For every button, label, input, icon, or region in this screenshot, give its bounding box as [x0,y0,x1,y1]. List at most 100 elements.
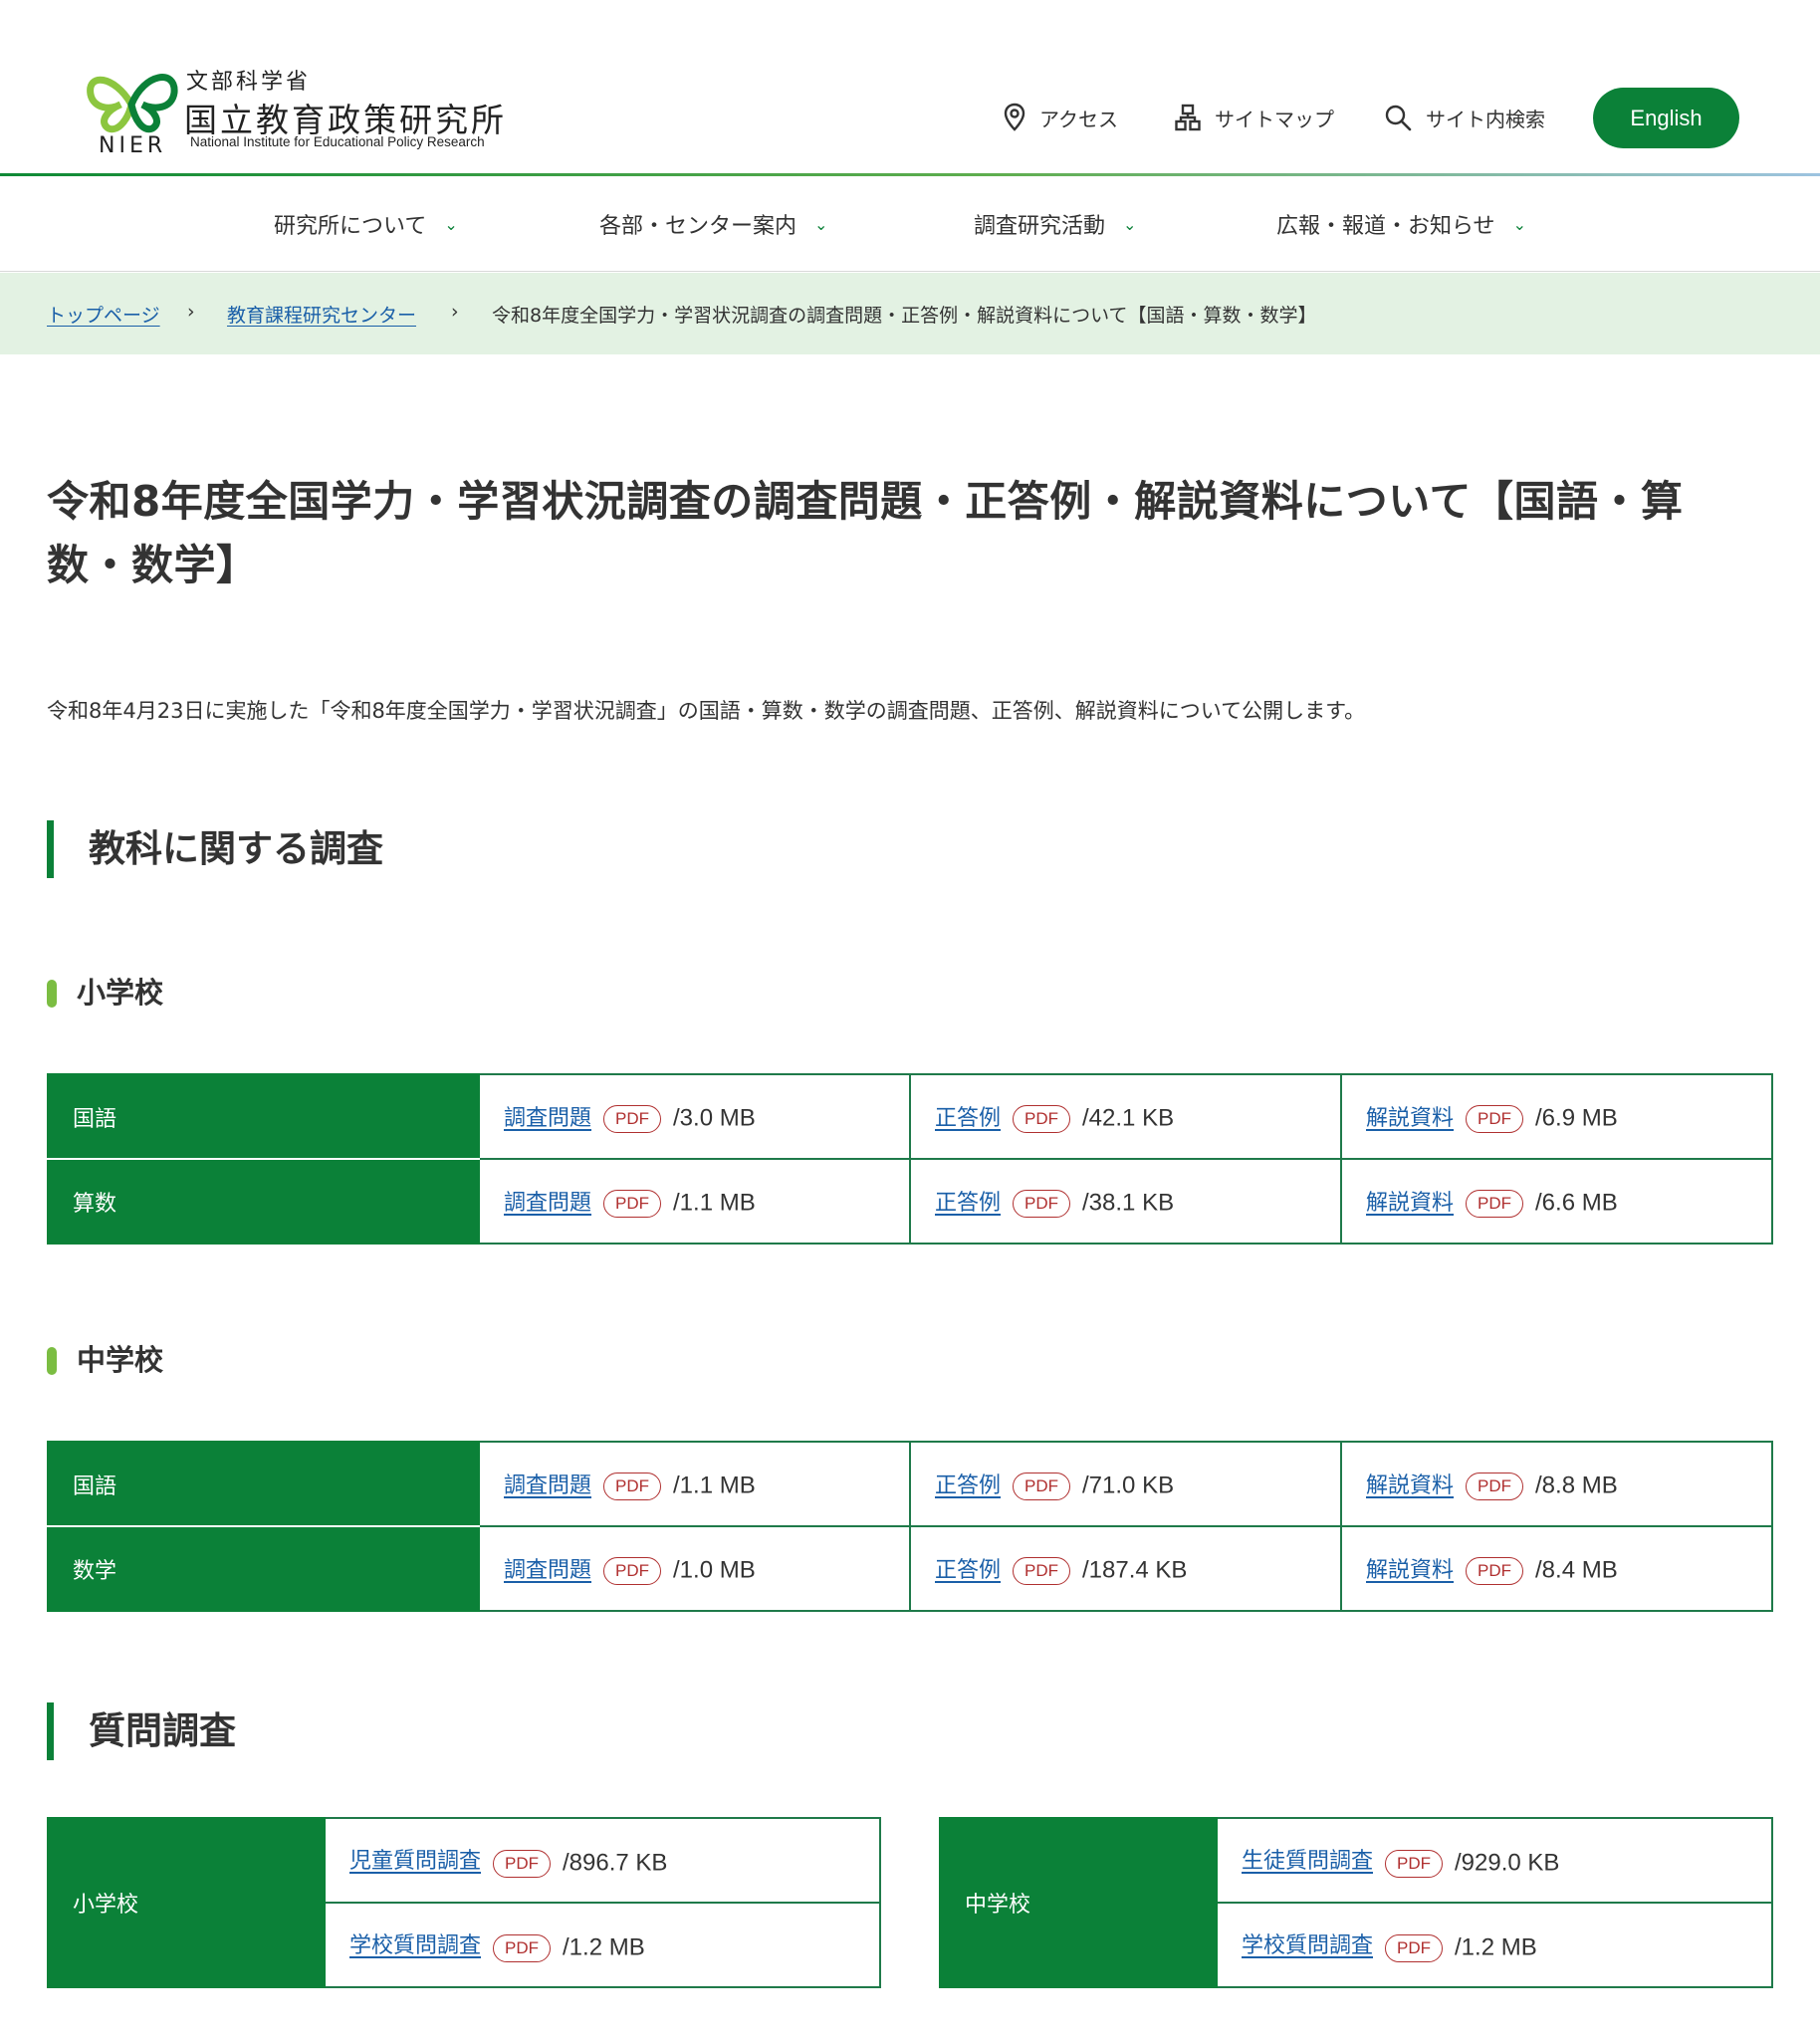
pdf-badge: PDF [603,1472,662,1500]
doc-cell: 調査問題 PDF/1.1 MB [478,1441,911,1527]
nav-item-label: 研究所について [274,214,427,239]
table-row: 国語 調査問題 PDF/3.0 MB 正答例 PDF/42.1 KB 解説資料 PDF… [47,1073,1773,1160]
doc-link[interactable]: 調査問題 [504,1558,591,1583]
file-size: /929.0 KB [1455,1849,1560,1877]
chevron-down-icon: ⌄ [1512,214,1526,234]
pdf-badge: PDF [1466,1556,1524,1585]
subject-label: 国語 [47,1073,480,1160]
doc-link[interactable]: 調査問題 [504,1106,591,1131]
file-size: /187.4 KB [1082,1556,1188,1584]
table-row: 国語 調査問題 PDF/1.1 MB 正答例 PDF/71.0 KB 解説資料 PDF… [47,1441,1773,1527]
pdf-badge: PDF [493,1849,552,1878]
doc-link[interactable]: 解説資料 [1366,1473,1454,1498]
section-heading-subject: 教科に関する調査 [47,820,383,878]
breadcrumb-separator: › [187,301,195,323]
global-nav: 研究所について ⌄ 各部・センター案内 ⌄ 調査研究活動 ⌄ 広報・報道・お知ら… [0,176,1820,272]
doc-cell: 児童質問調査 PDF/896.7 KB [324,1817,881,1904]
file-size: /6.6 MB [1535,1189,1618,1217]
breadcrumb-center-link[interactable]: 教育課程研究センター [227,301,416,328]
pdf-badge: PDF [603,1189,662,1218]
pdf-badge: PDF [1013,1104,1071,1133]
table-row: 小学校 児童質問調査 PDF/896.7 KB [47,1817,881,1988]
chevron-down-icon: ⌄ [814,214,828,234]
file-size: /896.7 KB [563,1849,668,1877]
search-label: サイト内検索 [1426,107,1545,131]
doc-link[interactable]: 正答例 [935,1191,1001,1216]
doc-cell: 正答例 PDF/187.4 KB [909,1525,1342,1612]
doc-cell: 解説資料 PDF/6.6 MB [1340,1158,1773,1245]
doc-link[interactable]: 正答例 [935,1558,1001,1583]
pdf-badge: PDF [603,1556,662,1585]
sitemap-icon [1175,104,1201,131]
doc-link[interactable]: 学校質問調査 [1242,1933,1373,1958]
file-size: /8.4 MB [1535,1556,1618,1584]
pdf-badge: PDF [1385,1933,1444,1962]
butterfly-logo-icon [87,74,178,133]
file-size: /3.0 MB [673,1104,756,1132]
nav-item-departments[interactable]: 各部・センター案内 ⌄ [599,206,827,242]
logo-ministry: 文部科学省 [186,70,312,95]
nav-item-label: 広報・報道・お知らせ [1276,214,1495,239]
doc-link[interactable]: 生徒質問調査 [1242,1849,1373,1874]
doc-cell: 解説資料 PDF/8.8 MB [1340,1441,1773,1527]
nav-item-research[interactable]: 調査研究活動 ⌄ [974,206,1136,242]
pdf-badge: PDF [1013,1189,1071,1218]
doc-cell: 正答例 PDF/38.1 KB [909,1158,1342,1245]
file-size: /8.8 MB [1535,1472,1618,1499]
pdf-badge: PDF [1013,1472,1071,1500]
breadcrumb-separator: › [451,301,459,323]
doc-cell: 学校質問調査 PDF/1.2 MB [1216,1902,1773,1988]
nav-item-news[interactable]: 広報・報道・お知らせ ⌄ [1276,206,1526,242]
file-size: /1.2 MB [1455,1933,1537,1961]
breadcrumb-top-link[interactable]: トップページ [47,301,160,328]
doc-link[interactable]: 正答例 [935,1106,1001,1131]
doc-link[interactable]: 解説資料 [1366,1558,1454,1583]
doc-link[interactable]: 解説資料 [1366,1191,1454,1216]
site-logo[interactable]: NIER 文部科学省 国立教育政策研究所 National Institute … [85,60,523,159]
junior-high-subject-table: 国語 調査問題 PDF/1.1 MB 正答例 PDF/71.0 KB 解説資料 PDF… [47,1441,1773,1612]
page-title-line2: 数・数学】 [47,541,259,589]
file-size: /42.1 KB [1082,1104,1175,1132]
elementary-subject-table: 国語 調査問題 PDF/3.0 MB 正答例 PDF/42.1 KB 解説資料 PDF… [47,1073,1773,1245]
chevron-down-icon: ⌄ [1123,214,1137,234]
table-row: 中学校 生徒質問調査 PDF/929.0 KB [939,1817,1773,1988]
doc-cell: 調査問題 PDF/3.0 MB [478,1073,911,1160]
pdf-badge: PDF [1385,1849,1444,1878]
breadcrumb: トップページ › 教育課程研究センター › 令和8年度全国学力・学習状況調査の調… [0,273,1820,354]
doc-link[interactable]: 調査問題 [504,1473,591,1498]
access-link[interactable]: アクセス [1004,100,1118,135]
file-size: /6.9 MB [1535,1104,1618,1132]
subject-label: 国語 [47,1441,480,1527]
nav-item-about[interactable]: 研究所について ⌄ [274,206,458,242]
english-button[interactable]: English [1593,88,1739,148]
subject-label: 数学 [47,1525,480,1612]
pdf-badge: PDF [1466,1472,1524,1500]
sitemap-link[interactable]: サイトマップ [1175,100,1334,135]
nav-item-label: 調査研究活動 [974,214,1106,239]
doc-link[interactable]: 調査問題 [504,1191,591,1216]
section-heading-questionnaire: 質問調査 [47,1702,236,1760]
table-row: 算数 調査問題 PDF/1.1 MB 正答例 PDF/38.1 KB 解説資料 PDF… [47,1158,1773,1245]
file-size: /1.2 MB [563,1933,645,1961]
pdf-badge: PDF [1466,1189,1524,1218]
subheading-elementary: 小学校 [47,976,163,1010]
page-title-line1: 令和8年度全国学力・学習状況調査の調査問題・正答例・解説資料について【国語・算 [47,477,1684,526]
file-size: /38.1 KB [1082,1189,1175,1217]
doc-link[interactable]: 解説資料 [1366,1106,1454,1131]
file-size: /1.0 MB [673,1556,756,1584]
doc-cell: 解説資料 PDF/6.9 MB [1340,1073,1773,1160]
subheading-junior-high: 中学校 [47,1343,163,1377]
doc-cell: 解説資料 PDF/8.4 MB [1340,1525,1773,1612]
subject-label: 算数 [47,1158,480,1245]
doc-link[interactable]: 児童質問調査 [349,1849,481,1874]
lead-text: 令和8年4月23日に実施した「令和8年度全国学力・学習状況調査」の国語・算数・数… [47,699,1366,723]
breadcrumb-current: 令和8年度全国学力・学習状況調査の調査問題・正答例・解説資料について【国語・算数… [492,305,1317,327]
access-label: アクセス [1039,107,1118,131]
school-level-label: 小学校 [47,1817,326,1988]
doc-link[interactable]: 学校質問調査 [349,1933,481,1958]
doc-link[interactable]: 正答例 [935,1473,1001,1498]
doc-cell: 学校質問調査 PDF/1.2 MB [324,1902,881,1988]
site-search-link[interactable]: サイト内検索 [1384,100,1545,135]
doc-cell: 調査問題 PDF/1.0 MB [478,1525,911,1612]
table-row: 数学 調査問題 PDF/1.0 MB 正答例 PDF/187.4 KB 解説資料 PD… [47,1525,1773,1612]
